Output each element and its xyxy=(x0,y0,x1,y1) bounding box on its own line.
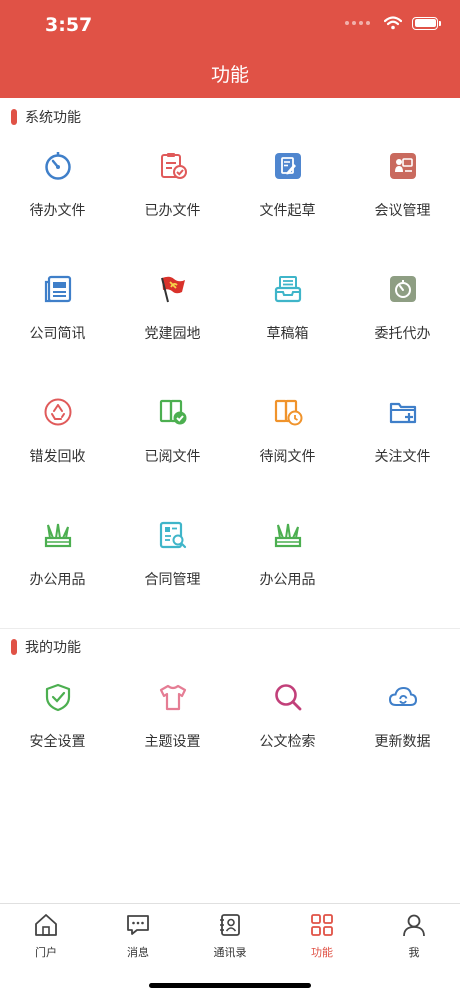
home-icon xyxy=(35,914,57,936)
function-unread-docs[interactable]: 待阅文件 xyxy=(230,381,345,504)
tab-label: 门户 xyxy=(35,946,57,959)
tab-label: 通讯录 xyxy=(213,946,247,959)
system-function-grid: 待办文件 已办文件 文件起草 会议管理 公司简讯 党建园地 草稿箱 委托代办 错… xyxy=(0,135,460,627)
function-label: 公文检索 xyxy=(259,734,316,750)
tshirt-icon xyxy=(158,682,188,712)
function-office-supplies[interactable]: 办公用品 xyxy=(0,504,115,627)
function-done-docs[interactable]: 已办文件 xyxy=(115,135,230,258)
app-header: 3:57 功能 xyxy=(0,0,460,98)
function-label: 已办文件 xyxy=(144,203,201,219)
function-label: 党建园地 xyxy=(144,326,201,342)
function-label: 合同管理 xyxy=(144,572,201,588)
document-edit-icon xyxy=(273,151,303,181)
page-title: 功能 xyxy=(210,64,249,86)
cloud-refresh-icon xyxy=(388,682,418,712)
function-label: 待阅文件 xyxy=(259,449,316,465)
function-label: 错发回收 xyxy=(29,449,86,465)
function-recall[interactable]: 错发回收 xyxy=(0,381,115,504)
recycle-icon xyxy=(43,397,73,427)
tab-contacts[interactable]: 通讯录 xyxy=(184,904,276,960)
book-clock-icon xyxy=(273,397,303,427)
message-icon xyxy=(127,915,149,935)
function-followed-docs[interactable]: 关注文件 xyxy=(345,381,460,504)
function-read-docs[interactable]: 已阅文件 xyxy=(115,381,230,504)
delegate-clock-icon xyxy=(388,274,418,304)
section-marker xyxy=(11,109,17,125)
battery-icon xyxy=(412,16,441,30)
folder-add-icon xyxy=(388,397,418,427)
my-function-grid: 安全设置 主题设置 公文检索 更新数据 xyxy=(0,666,460,789)
function-company-news[interactable]: 公司简讯 xyxy=(0,258,115,381)
contacts-icon xyxy=(220,914,240,936)
function-label: 委托代办 xyxy=(374,326,431,342)
function-label: 已阅文件 xyxy=(144,449,201,465)
function-label: 关注文件 xyxy=(374,449,431,465)
function-label: 会议管理 xyxy=(374,203,431,219)
contract-search-icon xyxy=(158,520,188,550)
signal-dots-icon xyxy=(345,21,370,25)
section-header-system: 系统功能 xyxy=(0,99,460,135)
function-contracts[interactable]: 合同管理 xyxy=(115,504,230,627)
section-marker xyxy=(11,639,17,655)
function-label: 草稿箱 xyxy=(266,326,309,342)
function-security-settings[interactable]: 安全设置 xyxy=(0,666,115,789)
function-label: 办公用品 xyxy=(259,572,316,588)
function-label: 安全设置 xyxy=(29,734,86,750)
function-label: 主题设置 xyxy=(144,734,201,750)
function-label: 待办文件 xyxy=(29,203,86,219)
function-office-supplies-2[interactable]: 办公用品 xyxy=(230,504,345,627)
function-label: 公司简讯 xyxy=(29,326,86,342)
wifi-icon xyxy=(384,16,402,30)
function-delegate[interactable]: 委托代办 xyxy=(345,258,460,381)
bottom-tab-bar: 门户 消息 通讯录 功能 我 xyxy=(0,903,460,996)
grid-icon xyxy=(311,914,333,936)
function-label: 更新数据 xyxy=(374,734,431,750)
user-icon xyxy=(403,914,425,937)
shield-check-icon xyxy=(43,682,73,712)
function-party-building[interactable]: 党建园地 xyxy=(115,258,230,381)
function-pending-docs[interactable]: 待办文件 xyxy=(0,135,115,258)
clipboard-check-icon xyxy=(158,151,188,181)
function-theme-settings[interactable]: 主题设置 xyxy=(115,666,230,789)
tab-me[interactable]: 我 xyxy=(368,904,460,960)
newspaper-icon xyxy=(43,274,73,304)
function-drafts[interactable]: 草稿箱 xyxy=(230,258,345,381)
function-doc-search[interactable]: 公文检索 xyxy=(230,666,345,789)
tab-label: 消息 xyxy=(127,946,149,959)
home-indicator[interactable] xyxy=(149,983,311,988)
function-update-data[interactable]: 更新数据 xyxy=(345,666,460,789)
tab-label: 我 xyxy=(408,946,420,959)
tab-messages[interactable]: 消息 xyxy=(92,904,184,960)
status-indicators xyxy=(345,16,441,30)
tab-portal[interactable]: 门户 xyxy=(0,904,92,960)
function-label: 文件起草 xyxy=(259,203,316,219)
tab-label: 功能 xyxy=(311,946,333,959)
function-label: 办公用品 xyxy=(29,572,86,588)
search-icon xyxy=(273,682,303,712)
meeting-icon xyxy=(388,151,418,181)
pencil-holder-icon xyxy=(43,520,73,550)
function-meeting[interactable]: 会议管理 xyxy=(345,135,460,258)
pencil-holder-icon xyxy=(273,520,303,550)
book-check-icon xyxy=(158,397,188,427)
timer-icon xyxy=(43,151,73,181)
status-time: 3:57 xyxy=(45,14,93,36)
function-draft-doc[interactable]: 文件起草 xyxy=(230,135,345,258)
section-header-my: 我的功能 xyxy=(0,629,460,665)
inbox-tray-icon xyxy=(273,274,303,304)
party-flag-icon xyxy=(158,274,188,304)
tab-functions[interactable]: 功能 xyxy=(276,904,368,960)
section-title-my: 我的功能 xyxy=(25,640,81,656)
section-title-system: 系统功能 xyxy=(25,110,81,126)
